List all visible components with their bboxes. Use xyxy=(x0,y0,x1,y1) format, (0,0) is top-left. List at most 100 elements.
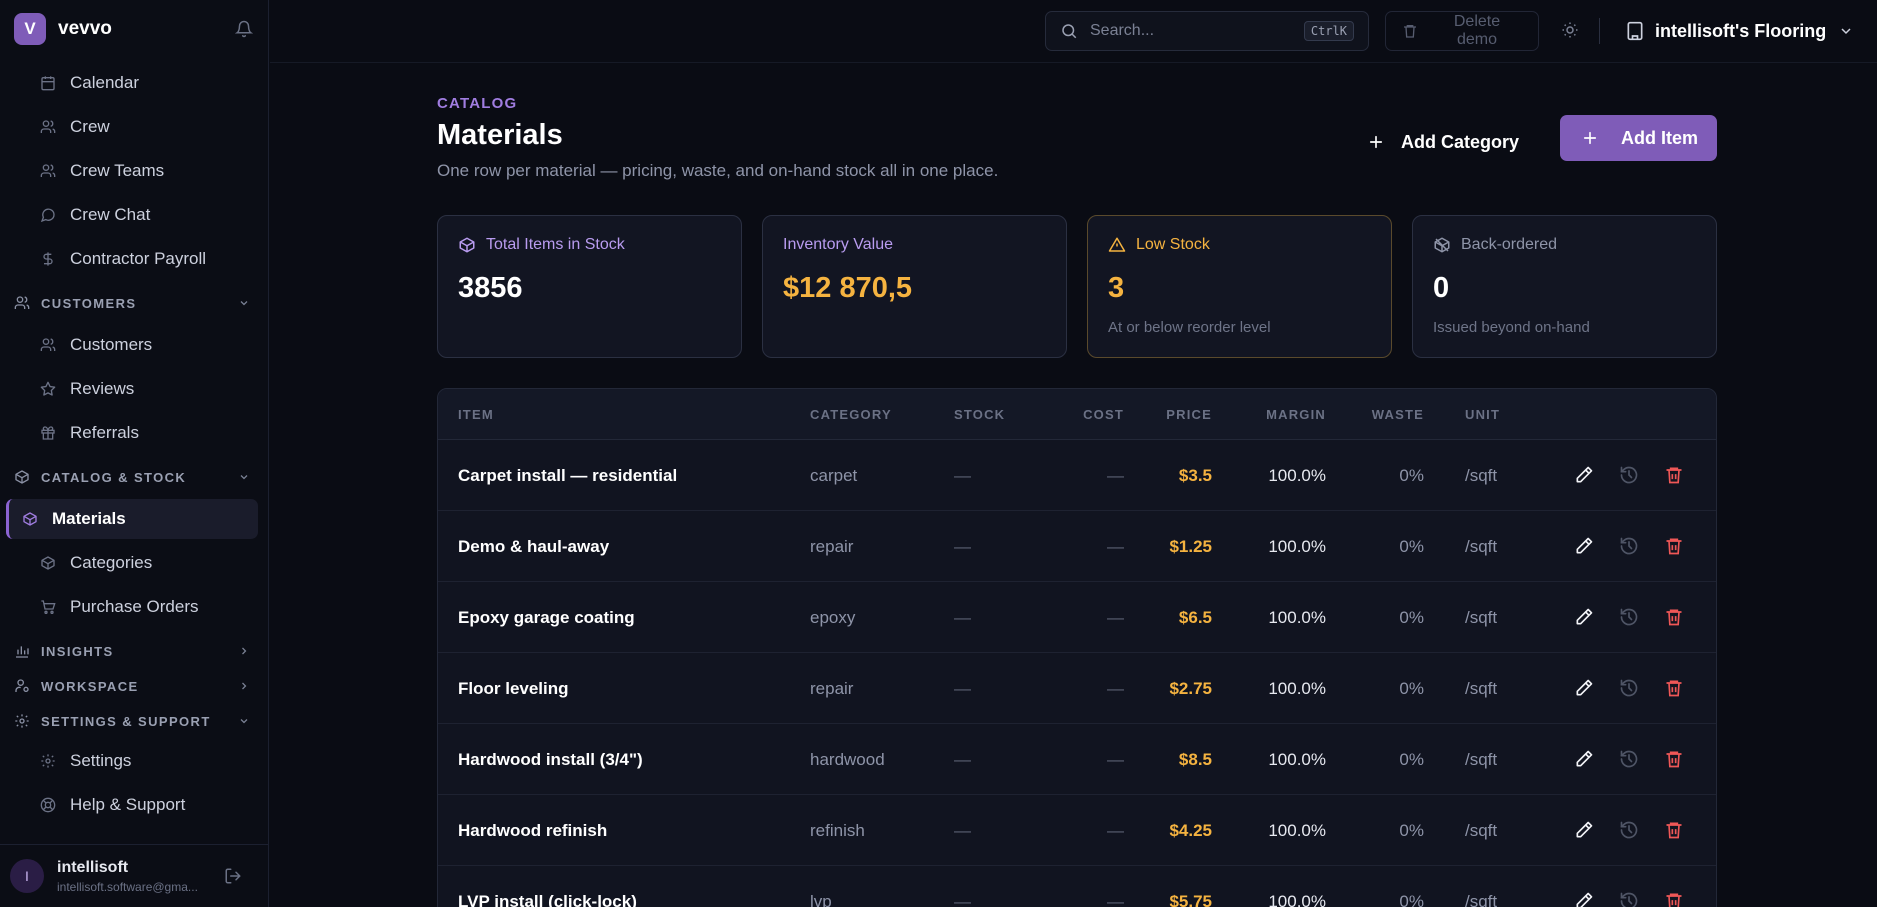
users-icon xyxy=(40,119,56,135)
column-header-cost[interactable]: COST xyxy=(1083,407,1124,422)
cell-cost: — xyxy=(1107,821,1124,840)
search-input[interactable] xyxy=(1090,22,1304,40)
sidebar-item-label: Reviews xyxy=(70,379,135,398)
stat-card-label: Low Stock xyxy=(1136,236,1210,253)
sidebar-item-crew-teams[interactable]: Crew Teams xyxy=(40,153,258,189)
edit-icon[interactable] xyxy=(1572,818,1596,842)
table-row[interactable]: Hardwood install (3/4") hardwood — — $8.… xyxy=(438,724,1716,795)
history-icon[interactable] xyxy=(1617,889,1641,907)
chat-icon xyxy=(40,207,56,223)
brand-logo[interactable]: V xyxy=(14,13,46,45)
cell-waste: 0% xyxy=(1399,892,1424,907)
edit-icon[interactable] xyxy=(1572,605,1596,629)
sidebar-item-crew-chat[interactable]: Crew Chat xyxy=(40,197,258,233)
column-header-unit[interactable]: UNIT xyxy=(1465,407,1500,422)
trash-icon[interactable] xyxy=(1662,747,1686,771)
gear-icon xyxy=(40,753,56,769)
column-header-category[interactable]: CATEGORY xyxy=(810,407,892,422)
edit-icon[interactable] xyxy=(1572,747,1596,771)
avatar[interactable]: I xyxy=(10,859,44,893)
history-icon[interactable] xyxy=(1617,818,1641,842)
sun-icon[interactable] xyxy=(1561,21,1579,39)
add-item-button[interactable]: Add Item xyxy=(1560,115,1717,161)
stat-cards: Total Items in Stock 3856 Inventory Valu… xyxy=(437,215,1717,358)
edit-icon[interactable] xyxy=(1572,889,1596,907)
sidebar-item-reviews[interactable]: Reviews xyxy=(40,371,258,407)
edit-icon[interactable] xyxy=(1572,534,1596,558)
divider xyxy=(1599,18,1600,44)
table-row[interactable]: Floor leveling repair — — $2.75 100.0% 0… xyxy=(438,653,1716,724)
add-item-label: Add Item xyxy=(1621,127,1699,148)
search-box[interactable]: CtrlK xyxy=(1045,11,1369,51)
table-row[interactable]: Carpet install — residential carpet — — … xyxy=(438,440,1716,511)
sidebar-item-materials[interactable]: Materials xyxy=(6,499,258,539)
table-row[interactable]: LVP install (click-lock) lvp — — $5.75 1… xyxy=(438,866,1716,907)
section-label: CUSTOMERS xyxy=(41,295,137,311)
cell-category: repair xyxy=(810,537,854,556)
sidebar-item-referrals[interactable]: Referrals xyxy=(40,415,258,451)
logout-icon[interactable] xyxy=(224,867,242,885)
edit-icon[interactable] xyxy=(1572,463,1596,487)
user-profile[interactable]: I intellisoft intellisoft.software@gma..… xyxy=(0,844,269,907)
trash-icon[interactable] xyxy=(1662,818,1686,842)
cell-cost: — xyxy=(1107,466,1124,485)
cell-price: $8.5 xyxy=(1178,750,1212,769)
section-settings-support[interactable]: SETTINGS & SUPPORT xyxy=(14,709,250,733)
trash-icon xyxy=(1402,23,1418,39)
sidebar-item-calendar[interactable]: Calendar xyxy=(40,65,258,101)
sidebar-item-categories[interactable]: Categories xyxy=(40,545,258,581)
sidebar-item-customers[interactable]: Customers xyxy=(40,327,258,363)
sidebar-item-help-support[interactable]: Help & Support xyxy=(40,787,258,823)
users-icon xyxy=(40,337,56,353)
table-row[interactable]: Demo & haul-away repair — — $1.25 100.0%… xyxy=(438,511,1716,582)
column-header-price[interactable]: PRICE xyxy=(1166,407,1212,422)
section-insights[interactable]: INSIGHTS xyxy=(14,639,250,663)
cell-category: epoxy xyxy=(810,608,856,627)
main-content: CATALOG Materials One row per material —… xyxy=(437,63,1717,907)
cell-waste: 0% xyxy=(1399,750,1424,769)
user-cog-icon xyxy=(14,678,30,694)
section-catalog-stock[interactable]: CATALOG & STOCK xyxy=(14,465,250,489)
add-category-button[interactable]: Add Category xyxy=(1367,120,1519,164)
column-header-item[interactable]: ITEM xyxy=(458,407,494,422)
bell-icon[interactable] xyxy=(235,20,253,38)
history-icon[interactable] xyxy=(1617,605,1641,629)
trash-icon[interactable] xyxy=(1662,889,1686,907)
cell-item-name: LVP install (click-lock) xyxy=(458,892,637,907)
history-icon[interactable] xyxy=(1617,534,1641,558)
sidebar-item-label: Contractor Payroll xyxy=(70,249,207,268)
lifebuoy-icon xyxy=(40,797,56,813)
column-header-stock[interactable]: STOCK xyxy=(954,407,1005,422)
cell-margin: 100.0% xyxy=(1268,608,1326,627)
cell-margin: 100.0% xyxy=(1268,892,1326,907)
box-icon xyxy=(40,555,56,571)
sidebar-item-label: Settings xyxy=(70,751,132,770)
trash-icon[interactable] xyxy=(1662,605,1686,629)
users-icon xyxy=(14,295,30,311)
column-header-margin[interactable]: MARGIN xyxy=(1266,407,1326,422)
trash-icon[interactable] xyxy=(1662,463,1686,487)
cell-waste: 0% xyxy=(1399,821,1424,840)
org-switcher[interactable]: intellisoft's Flooring xyxy=(1625,14,1854,48)
section-workspace[interactable]: WORKSPACE xyxy=(14,674,250,698)
history-icon[interactable] xyxy=(1617,747,1641,771)
history-icon[interactable] xyxy=(1617,676,1641,700)
table-row[interactable]: Epoxy garage coating epoxy — — $6.5 100.… xyxy=(438,582,1716,653)
cell-item-name: Carpet install — residential xyxy=(458,466,678,485)
sidebar-item-label: Purchase Orders xyxy=(70,597,199,616)
trash-icon[interactable] xyxy=(1662,534,1686,558)
brand-name[interactable]: vevvo xyxy=(58,18,112,40)
history-icon[interactable] xyxy=(1617,463,1641,487)
column-header-waste[interactable]: WASTE xyxy=(1372,407,1424,422)
trash-icon[interactable] xyxy=(1662,676,1686,700)
section-customers[interactable]: CUSTOMERS xyxy=(14,291,250,315)
sidebar-item-purchase-orders[interactable]: Purchase Orders xyxy=(40,589,258,625)
sidebar-item-contractor-payroll[interactable]: Contractor Payroll xyxy=(40,241,258,277)
delete-demo-button[interactable]: Delete demo xyxy=(1385,11,1539,51)
table-row[interactable]: Hardwood refinish refinish — — $4.25 100… xyxy=(438,795,1716,866)
sidebar-item-settings[interactable]: Settings xyxy=(40,743,258,779)
edit-icon[interactable] xyxy=(1572,676,1596,700)
sidebar-item-crew[interactable]: Crew xyxy=(40,109,258,145)
box-icon xyxy=(22,511,38,527)
calendar-icon xyxy=(40,75,56,91)
